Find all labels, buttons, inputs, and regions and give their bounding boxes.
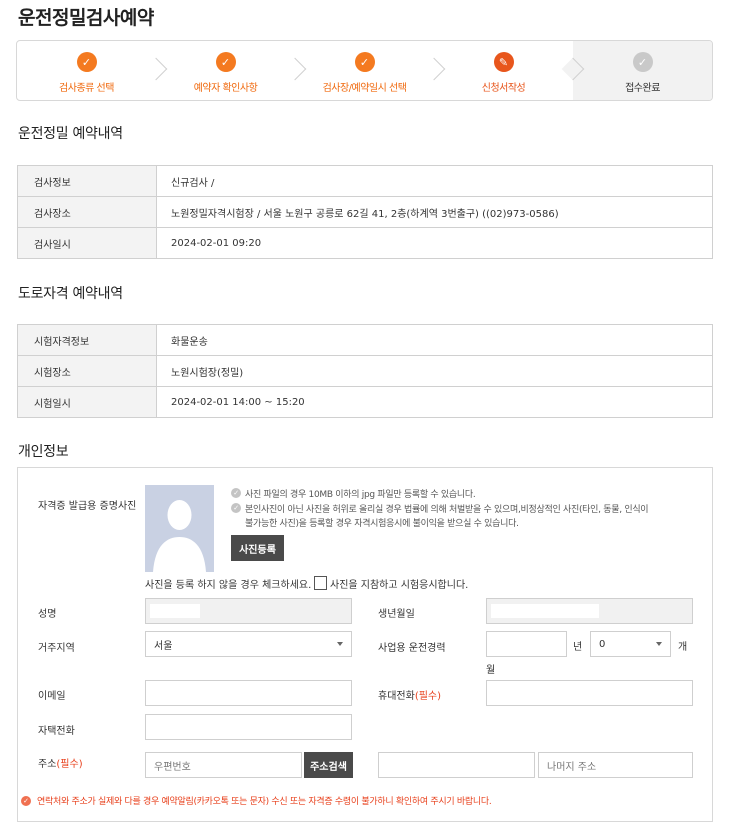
career-month-unit-wrap: 월	[486, 665, 496, 676]
table-row: 시험일시 2024-02-01 14:00 ~ 15:20	[18, 387, 712, 418]
mobile-label: 휴대전화(필수)	[378, 691, 442, 702]
row-value: 노원정밀자격시험장 / 서울 노원구 공릉로 62길 41, 2층(하계역 3번…	[171, 208, 559, 220]
check-icon: ✓	[354, 52, 375, 72]
table-row: 검사정보 신규검사 /	[18, 166, 712, 197]
row-value: 화물운송	[171, 336, 208, 348]
zip-input[interactable]: 우편번호	[145, 752, 302, 778]
step-label: 접수완료	[625, 83, 660, 94]
region-label: 거주지역	[38, 643, 75, 654]
email-input[interactable]	[145, 680, 352, 706]
row-label: 시험일시	[18, 387, 157, 417]
row-label: 검사정보	[18, 166, 157, 196]
name-input[interactable]	[145, 598, 352, 624]
contact-warning: ✓ 연락처와 주소가 실제와 다를 경우 예약알림(카카오톡 또는 문자) 수신…	[21, 794, 492, 807]
table-row: 검사장소 노원정밀자격시험장 / 서울 노원구 공릉로 62길 41, 2층(하…	[18, 197, 712, 228]
personal-info-form: 자격증 발급용 증명사진 ✓ 사진 파일의 경우 10MB 이하의 jpg 파일…	[17, 467, 713, 822]
birth-label: 생년월일	[378, 609, 415, 620]
photo-placeholder	[145, 485, 214, 572]
region-select[interactable]: 서울	[145, 631, 352, 657]
career-label: 사업용 운전경력	[378, 643, 446, 654]
progress-stepper: ✓ 검사종류 선택 ✓ 예약자 확인사항 ✓ 검사장/예약일시 선택 ✎ 신청서…	[16, 40, 713, 101]
photo-upload-button[interactable]: 사진등록	[231, 535, 284, 561]
warning-icon: ✓	[21, 796, 31, 806]
table-row: 시험장소 노원시험장(정밀)	[18, 356, 712, 387]
check-icon: ✓	[76, 52, 97, 72]
career-month-select[interactable]: 0	[590, 631, 671, 657]
table-row: 시험자격정보 화물운송	[18, 325, 712, 356]
row-label: 시험장소	[18, 356, 157, 386]
step-1: ✓ 검사종류 선택	[17, 41, 168, 100]
section-title-precision: 운전정밀 예약내역	[18, 126, 123, 142]
photo-note: ✓ 사진 파일의 경우 10MB 이하의 jpg 파일만 등록할 수 있습니다.	[231, 487, 476, 500]
row-value: 노원시험장(정밀)	[171, 367, 244, 379]
row-label: 검사일시	[18, 228, 157, 258]
page-title: 운전정밀검사예약	[18, 7, 154, 29]
photo-check-label: 사진을 지참하고 시험응시합니다.	[330, 580, 469, 591]
address-search-button[interactable]: 주소검색	[304, 752, 353, 778]
home-phone-label: 자택전화	[38, 726, 75, 737]
step-label: 예약자 확인사항	[193, 83, 258, 94]
row-label: 시험자격정보	[18, 325, 157, 355]
step-4: ✎ 신청서작성	[434, 41, 585, 100]
check-icon: ✓	[215, 52, 236, 72]
career-year-input[interactable]	[486, 631, 567, 657]
section-title-road: 도로자격 예약내역	[18, 286, 123, 302]
row-value: 신규검사 /	[171, 177, 215, 189]
table-row: 검사일시 2024-02-01 09:20	[18, 228, 712, 259]
road-table: 시험자격정보 화물운송 시험장소 노원시험장(정밀) 시험일시 2024-02-…	[17, 324, 713, 418]
row-value: 2024-02-01 09:20	[171, 237, 262, 249]
photo-skip-checkbox[interactable]	[314, 576, 327, 590]
avatar-icon	[153, 500, 206, 572]
step-3: ✓ 검사장/예약일시 선택	[295, 41, 446, 100]
email-label: 이메일	[38, 691, 66, 702]
check-icon: ✓	[632, 52, 653, 72]
address-rest-input[interactable]: 나머지 주소	[538, 752, 693, 778]
career-month-unit: 개	[678, 642, 688, 653]
row-value: 2024-02-01 14:00 ~ 15:20	[171, 396, 305, 408]
career-year-unit: 년	[573, 642, 583, 653]
chevron-down-icon	[656, 642, 662, 646]
photo-note-continued: 불가능한 사진)을 등록할 경우 자격시험응시에 불이익을 받으실 수 있습니다…	[245, 519, 519, 529]
photo-check-text: 사진을 등록 하지 않을 경우 체크하세요.	[145, 580, 312, 591]
mobile-input[interactable]	[486, 680, 693, 706]
step-5: ✓ 접수완료	[573, 41, 712, 100]
step-label: 검사종류 선택	[59, 83, 114, 94]
photo-note: ✓ 본인사진이 아닌 사진을 허위로 올리실 경우 법률에 의해 처벌받을 수 …	[231, 502, 649, 515]
section-title-personal: 개인정보	[18, 444, 69, 460]
step-label: 검사장/예약일시 선택	[322, 83, 407, 94]
address-main-input[interactable]	[378, 752, 535, 778]
step-label: 신청서작성	[481, 83, 526, 94]
birth-input[interactable]	[486, 598, 693, 624]
address-label: 주소(필수)	[38, 759, 83, 770]
name-label: 성명	[38, 609, 57, 620]
photo-label: 자격증 발급용 증명사진	[38, 501, 137, 512]
precision-table: 검사정보 신규검사 / 검사장소 노원정밀자격시험장 / 서울 노원구 공릉로 …	[17, 165, 713, 259]
step-2: ✓ 예약자 확인사항	[156, 41, 307, 100]
home-phone-input[interactable]	[145, 714, 352, 740]
pencil-icon: ✎	[493, 52, 514, 72]
info-icon: ✓	[231, 488, 241, 498]
row-label: 검사장소	[18, 197, 157, 227]
chevron-down-icon	[337, 642, 343, 646]
info-icon: ✓	[231, 503, 241, 513]
